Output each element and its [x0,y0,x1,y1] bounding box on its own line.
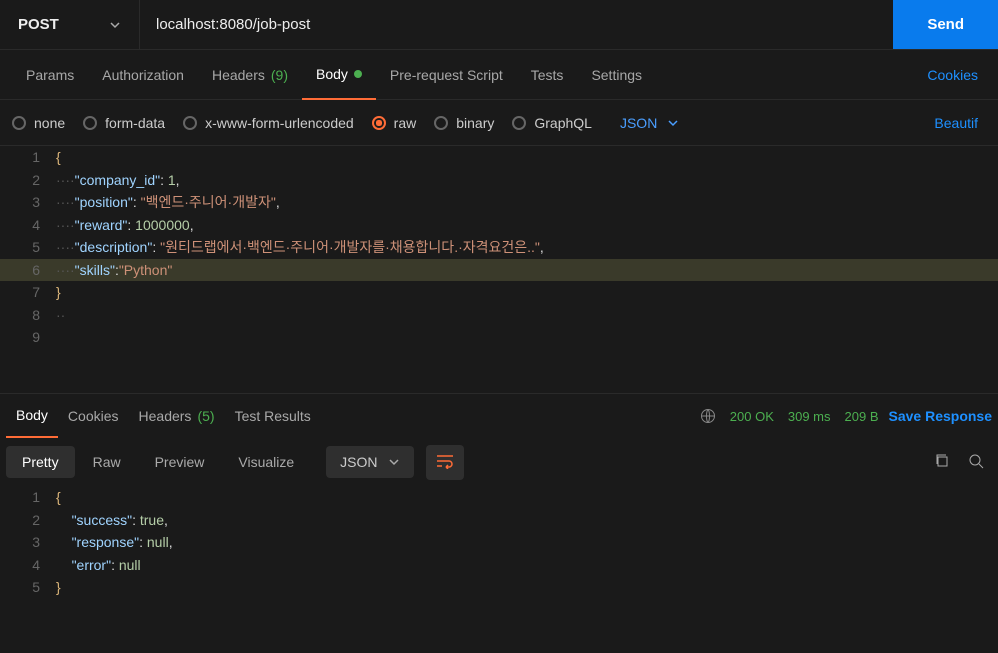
tab-headers[interactable]: Headers (9) [198,50,302,100]
beautify-link[interactable]: Beautif [926,115,986,131]
response-tab-test-results[interactable]: Test Results [225,394,321,438]
view-preview[interactable]: Preview [139,446,221,478]
body-none-radio[interactable]: none [12,115,65,131]
cookies-link[interactable]: Cookies [919,67,986,83]
radio-icon [12,116,26,130]
request-body-editor[interactable]: 1{ 2····"company_id": 1, 3····"position"… [0,146,998,394]
tab-authorization[interactable]: Authorization [88,50,198,100]
radio-icon [512,116,526,130]
body-graphql-radio[interactable]: GraphQL [512,115,592,131]
radio-filled-icon [372,116,386,130]
body-raw-radio[interactable]: raw [372,115,417,131]
send-button[interactable]: Send [893,0,998,49]
url-input[interactable] [140,0,893,49]
copy-icon [934,453,950,469]
view-raw[interactable]: Raw [77,446,137,478]
chevron-down-icon [388,456,400,468]
method-label: POST [18,16,59,33]
save-response-button[interactable]: Save Response [889,408,993,424]
wrap-icon [436,453,454,469]
globe-icon[interactable] [700,408,716,424]
status-time: 309 ms [788,409,831,424]
tab-pre-request[interactable]: Pre-request Script [376,50,517,100]
body-type-select[interactable]: JSON [620,115,679,131]
dot-indicator-icon [354,70,362,78]
radio-icon [83,116,97,130]
radio-icon [434,116,448,130]
body-binary-radio[interactable]: binary [434,115,494,131]
status-size: 209 B [845,409,879,424]
search-icon [968,453,984,469]
body-form-data-radio[interactable]: form-data [83,115,165,131]
status-code: 200 OK [730,409,774,424]
tab-settings[interactable]: Settings [577,50,656,100]
tab-params[interactable]: Params [12,50,88,100]
wrap-lines-button[interactable] [426,445,464,480]
tab-body[interactable]: Body [302,50,376,100]
response-format-select[interactable]: JSON [326,446,413,478]
method-select[interactable]: POST [0,0,140,49]
search-button[interactable] [960,453,992,472]
response-tab-headers[interactable]: Headers (5) [129,394,225,438]
copy-button[interactable] [926,453,958,472]
response-body-viewer[interactable]: 1{ 2 "success": true, 3 "response": null… [0,486,998,599]
tab-tests[interactable]: Tests [517,50,578,100]
response-tab-cookies[interactable]: Cookies [58,394,129,438]
view-visualize[interactable]: Visualize [222,446,310,478]
chevron-down-icon [109,19,121,31]
chevron-down-icon [667,117,679,129]
view-pretty[interactable]: Pretty [6,446,75,478]
body-xform-radio[interactable]: x-www-form-urlencoded [183,115,354,131]
response-tab-body[interactable]: Body [6,394,58,438]
radio-icon [183,116,197,130]
